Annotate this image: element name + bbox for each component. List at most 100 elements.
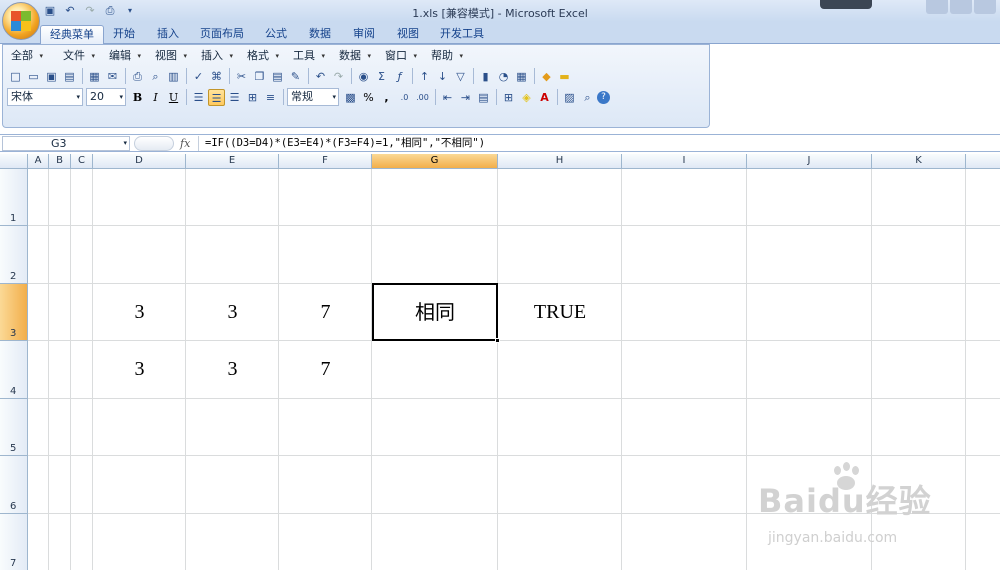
- formula-bar-toggle[interactable]: [134, 136, 174, 151]
- print-icon[interactable]: ⎙: [129, 68, 146, 85]
- paste-icon[interactable]: ▤: [269, 68, 286, 85]
- redo-icon[interactable]: ↷: [330, 68, 347, 85]
- print-preview-icon[interactable]: ⌕: [147, 68, 164, 85]
- borders-icon[interactable]: ⊞: [500, 89, 517, 106]
- column-header-f[interactable]: F: [279, 154, 372, 169]
- menu-insert[interactable]: 插入 ▾: [197, 48, 237, 64]
- tab-developer[interactable]: 开发工具: [436, 25, 488, 44]
- row-header-3[interactable]: 3: [0, 284, 28, 341]
- number-format-select[interactable]: 常规 ▾: [287, 88, 339, 106]
- grid-icon[interactable]: ▦: [513, 68, 530, 85]
- cell-e3[interactable]: 3: [186, 284, 279, 341]
- menu-view[interactable]: 视图 ▾: [151, 48, 191, 64]
- tab-formulas[interactable]: 公式: [258, 25, 294, 44]
- align-right-icon[interactable]: ☰: [226, 89, 243, 106]
- menu-window[interactable]: 窗口 ▾: [381, 48, 421, 64]
- column-header-k[interactable]: K: [872, 154, 966, 169]
- column-header-g[interactable]: G: [372, 154, 498, 169]
- new-file-icon[interactable]: □: [7, 68, 24, 85]
- align-center-icon[interactable]: ☰: [208, 88, 225, 106]
- decrease-decimal-icon[interactable]: .00: [414, 89, 431, 106]
- column-header-next[interactable]: [966, 154, 1000, 169]
- percent-button[interactable]: %: [360, 89, 377, 106]
- formula-input[interactable]: =IF((D3=D4)*(E3=E4)*(F3=F4)=1,"相同","不相同"…: [198, 136, 998, 151]
- maximize-button[interactable]: [950, 0, 972, 14]
- cell-d4[interactable]: 3: [93, 341, 186, 398]
- cut-icon[interactable]: ✂: [233, 68, 250, 85]
- row-header-6[interactable]: 6: [0, 456, 28, 514]
- menu-tools[interactable]: 工具 ▾: [289, 48, 329, 64]
- align-left-icon[interactable]: ☰: [190, 89, 207, 106]
- font-size-select[interactable]: 20 ▾: [86, 88, 126, 106]
- menu-help[interactable]: 帮助 ▾: [427, 48, 467, 64]
- column-header-j[interactable]: J: [747, 154, 872, 169]
- row-header-7[interactable]: 7: [0, 514, 28, 570]
- row-header-5[interactable]: 5: [0, 399, 28, 456]
- tab-data[interactable]: 数据: [302, 25, 338, 44]
- tab-page-layout[interactable]: 页面布局: [196, 25, 248, 44]
- column-header-c[interactable]: C: [71, 154, 93, 169]
- underline-button[interactable]: U: [165, 89, 182, 106]
- quick-print-icon[interactable]: ⎙: [102, 3, 118, 19]
- office-button[interactable]: [2, 2, 40, 40]
- cell-f4[interactable]: 7: [279, 341, 372, 398]
- save-icon[interactable]: ▣: [42, 3, 58, 19]
- menu-all[interactable]: 全部 ▾: [7, 48, 47, 64]
- help-icon[interactable]: ?: [597, 90, 610, 104]
- sort-descending-icon[interactable]: ↓: [434, 68, 451, 85]
- email-icon[interactable]: ✉: [104, 68, 121, 85]
- column-header-e[interactable]: E: [186, 154, 279, 169]
- tab-classic-menu[interactable]: 经典菜单: [40, 25, 104, 44]
- italic-button[interactable]: I: [147, 89, 164, 106]
- font-name-select[interactable]: 宋体 ▾: [7, 88, 83, 106]
- menu-file[interactable]: 文件 ▾: [59, 48, 99, 64]
- research-icon[interactable]: ⌘: [208, 68, 225, 85]
- select-all-button[interactable]: [0, 154, 28, 169]
- hyperlink-icon[interactable]: ◉: [355, 68, 372, 85]
- font-color-icon[interactable]: A: [536, 89, 553, 106]
- cell-f3[interactable]: 7: [279, 284, 372, 341]
- fill-color-icon[interactable]: ◈: [518, 89, 535, 106]
- save-icon[interactable]: ▣: [43, 68, 60, 85]
- zoom-icon[interactable]: ⌕: [579, 89, 596, 106]
- wrap-text-icon[interactable]: ≡: [262, 89, 279, 106]
- cell-h3[interactable]: TRUE: [498, 284, 622, 341]
- tab-insert[interactable]: 插入: [150, 25, 186, 44]
- redo-icon[interactable]: ↷: [82, 3, 98, 19]
- autosum-icon[interactable]: Σ: [373, 68, 390, 85]
- theme-icon[interactable]: ◆: [538, 68, 555, 85]
- comma-button[interactable]: ,: [378, 89, 395, 106]
- undo-icon[interactable]: ↶: [62, 3, 78, 19]
- column-header-i[interactable]: I: [622, 154, 747, 169]
- close-button[interactable]: [974, 0, 996, 14]
- page-setup-icon[interactable]: ▥: [165, 68, 182, 85]
- column-header-d[interactable]: D: [93, 154, 186, 169]
- minimize-button[interactable]: [926, 0, 948, 14]
- fill-handle[interactable]: [495, 338, 500, 343]
- column-header-h[interactable]: H: [498, 154, 622, 169]
- menu-format[interactable]: 格式 ▾: [243, 48, 283, 64]
- currency-icon[interactable]: ▩: [342, 89, 359, 106]
- decrease-indent-icon[interactable]: ⇤: [439, 89, 456, 106]
- insert-function-icon[interactable]: fx: [180, 137, 190, 150]
- spelling-icon[interactable]: ✓: [190, 68, 207, 85]
- cell-d3[interactable]: 3: [93, 284, 186, 341]
- tab-home[interactable]: 开始: [106, 25, 142, 44]
- row-header-2[interactable]: 2: [0, 226, 28, 284]
- open-folder-icon[interactable]: ▭: [25, 68, 42, 85]
- merge-center-icon[interactable]: ⊞: [244, 89, 261, 106]
- folder-icon[interactable]: ▬: [556, 68, 573, 85]
- format-painter-icon[interactable]: ✎: [287, 68, 304, 85]
- permission-icon[interactable]: ▤: [61, 68, 78, 85]
- row-header-1[interactable]: 1: [0, 169, 28, 226]
- menu-data[interactable]: 数据 ▾: [335, 48, 375, 64]
- undo-icon[interactable]: ↶: [312, 68, 329, 85]
- gallery-icon[interactable]: ▨: [561, 89, 578, 106]
- tab-view[interactable]: 视图: [390, 25, 426, 44]
- increase-decimal-icon[interactable]: .0: [396, 89, 413, 106]
- column-header-b[interactable]: B: [49, 154, 71, 169]
- pdf-icon[interactable]: ▦: [86, 68, 103, 85]
- cell-e4[interactable]: 3: [186, 341, 279, 398]
- function-icon[interactable]: ƒ: [391, 68, 408, 85]
- copy-icon[interactable]: ❐: [251, 68, 268, 85]
